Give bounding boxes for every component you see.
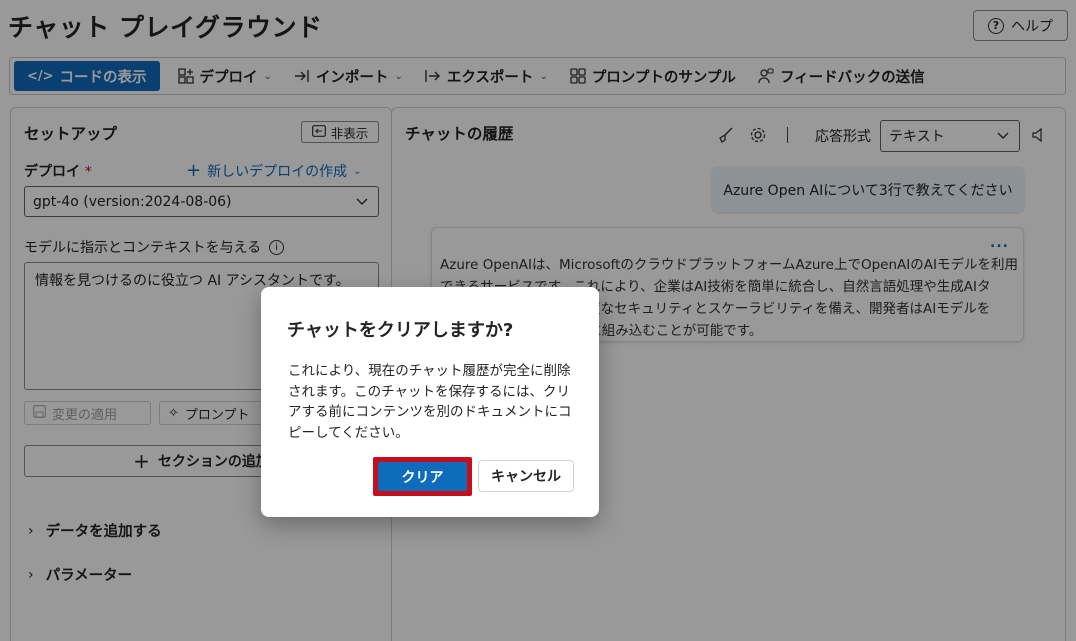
clear-button-label: クリア bbox=[378, 462, 467, 491]
dialog-title: チャットをクリアしますか? bbox=[287, 320, 514, 341]
dialog-body: これにより、現在のチャット履歴が完全に削除されます。このチャットを保存するには、… bbox=[288, 363, 572, 441]
clear-button[interactable]: クリア bbox=[373, 457, 472, 496]
cancel-button[interactable]: キャンセル bbox=[478, 460, 574, 492]
